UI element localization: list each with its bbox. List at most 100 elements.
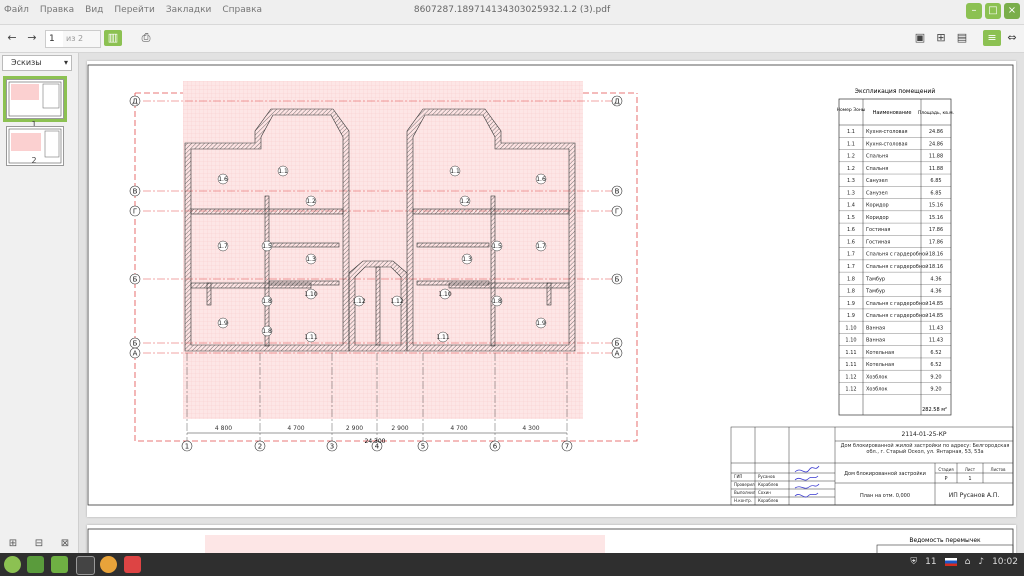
network-icon[interactable]: ⌂ (965, 557, 971, 567)
thumbnail-label-2: 2 (31, 156, 37, 165)
print-button[interactable]: ⎙ (138, 30, 154, 46)
expl-name-12: Тамбур (865, 276, 885, 282)
view-dual-button[interactable]: ⊞ (933, 30, 949, 46)
explication-total: 282.58 м² (922, 407, 947, 413)
expl-name-17: Ванная (866, 338, 885, 344)
expl-zone-18: 1.11 (845, 350, 856, 356)
stamp-person-2: Сохин (758, 490, 771, 495)
axis-letter-right-5: А (615, 350, 620, 358)
axis-number-5: 6 (493, 443, 498, 451)
axis-letter-left-0: Д (132, 98, 138, 106)
signature-marks (794, 465, 820, 498)
expl-zone-15: 1.9 (847, 313, 855, 319)
axis-letter-right-4: Б (615, 340, 620, 348)
maximize-button[interactable]: □ (985, 3, 1001, 19)
forward-button[interactable]: → (24, 30, 40, 46)
fit-icon: ⇔ (1007, 31, 1017, 44)
expl-zone-4: 1.3 (847, 178, 855, 184)
axis-letter-left-5: А (133, 350, 138, 358)
browser-icon[interactable] (100, 556, 117, 573)
sidebar-tab-thumbnails[interactable]: Эскизы ▾ (2, 55, 72, 71)
expl-zone-2: 1.2 (847, 154, 855, 160)
header-name: Наименование (873, 110, 912, 116)
stamp-company: ИП Русанов А.П. (949, 492, 1000, 499)
total-dimension: 24 300 (365, 438, 386, 445)
menu-file[interactable]: Файл (4, 5, 29, 15)
room-label-right-9: 1.11 (436, 334, 450, 341)
explication-title: Экспликация помещений (855, 88, 936, 95)
volume-icon[interactable]: ♪ (978, 557, 984, 567)
expl-zone-10: 1.7 (847, 252, 855, 258)
room-label-right-3: 1.7 (536, 243, 546, 250)
tray-count: 11 (925, 557, 937, 567)
expl-name-5: Санузел (866, 190, 888, 196)
language-flag-icon[interactable] (944, 558, 957, 566)
sidebar-toggle-button[interactable]: ▥ (104, 30, 122, 46)
shield-icon[interactable]: ⛨ (910, 557, 917, 567)
show-desktop-icon[interactable] (27, 556, 44, 573)
axis-number-4: 5 (421, 443, 425, 451)
pdf-reader-icon[interactable] (124, 556, 141, 573)
pdf-page-1: 1.1 1.6 1.2 1.7 1.5 1.3 1.8 1.10 1.9 1.8 1.11 1.12 1… (87, 61, 1016, 517)
expl-name-20: Хозблок (866, 374, 888, 380)
back-button[interactable]: ← (4, 30, 20, 46)
start-menu-icon[interactable] (4, 556, 21, 573)
menu-help[interactable]: Справка (222, 5, 262, 15)
menu-go[interactable]: Перейти (114, 5, 155, 15)
expl-area-10: 18.16 (929, 252, 943, 258)
expl-area-6: 15.16 (929, 203, 943, 209)
close-button[interactable]: × (1004, 3, 1020, 19)
expl-zone-16: 1.10 (845, 325, 856, 331)
expl-zone-21: 1.12 (845, 387, 856, 393)
clock: 10:02 (992, 557, 1018, 567)
thumbnail-page-1[interactable] (3, 76, 67, 122)
stage-header: Стадия (938, 467, 954, 472)
expl-zone-13: 1.8 (847, 289, 855, 295)
sheet-value: 1 (968, 476, 971, 482)
view-continuous-button[interactable]: ▤ (954, 30, 970, 46)
arrow-right-icon: → (27, 31, 37, 44)
file-manager-icon[interactable] (51, 556, 68, 573)
room-label-right-10: 1.12 (390, 298, 404, 305)
room-label-left-2: 1.2 (306, 198, 316, 205)
room-label-right-0: 1.1 (450, 168, 460, 175)
room-label-left-5: 1.3 (306, 256, 316, 263)
expl-name-2: Спальня (866, 154, 888, 160)
expl-area-2: 11.88 (929, 154, 943, 160)
sheets-header: Листов (991, 467, 1007, 472)
expl-area-19: 6.52 (930, 362, 941, 368)
menu-button[interactable]: ≡ (983, 30, 1001, 46)
room-label-left-9: 1.8 (262, 328, 272, 335)
menu-edit[interactable]: Правка (40, 5, 74, 15)
expl-zone-17: 1.10 (845, 338, 856, 344)
menu-bookmarks[interactable]: Закладки (166, 5, 212, 15)
bookmarks-view-icon[interactable]: ⊠ (61, 538, 69, 549)
menu-view[interactable]: Вид (85, 5, 103, 15)
system-tray: ⛨ 11 ⌂ ♪ 10:02 (910, 557, 1018, 567)
expl-name-6: Коридор (866, 203, 889, 209)
room-label-right-6: 1.10 (438, 291, 452, 298)
expl-zone-9: 1.6 (847, 239, 855, 245)
expl-zone-8: 1.6 (847, 227, 855, 233)
menu-bar: Файл Правка Вид Перейти Закладки Справка (4, 5, 262, 15)
stamp-sheet-name: Дом блокированной застройки (844, 470, 926, 477)
expl-area-13: 4.36 (930, 289, 941, 295)
thumbnails-view-icon[interactable]: ⊞ (9, 538, 17, 549)
terminal-icon[interactable] (76, 556, 95, 575)
axis-number-6: 7 (565, 443, 569, 451)
expl-name-15: Спальня с гардеробной (866, 312, 928, 319)
chevron-down-icon: ▾ (63, 58, 68, 67)
expl-name-11: Спальня с гардеробной (866, 263, 928, 270)
outline-view-icon[interactable]: ⊟ (35, 538, 43, 549)
expl-zone-0: 1.1 (847, 129, 855, 135)
room-label-left-3: 1.7 (218, 243, 228, 250)
minimize-button[interactable]: – (966, 3, 982, 19)
view-single-button[interactable]: ▣ (912, 30, 928, 46)
stamp-plan-name: План на отм. 0,000 (860, 493, 910, 499)
fit-button[interactable]: ⇔ (1004, 30, 1020, 46)
axis-letter-left-1: В (133, 188, 138, 196)
title-bar: Файл Правка Вид Перейти Закладки Справка… (0, 0, 1024, 25)
document-viewer[interactable]: 1.1 1.6 1.2 1.7 1.5 1.3 1.8 1.10 1.9 1.8 1.11 1.12 1… (79, 53, 1024, 553)
expl-area-7: 15.16 (929, 215, 943, 221)
expl-zone-6: 1.4 (847, 203, 855, 209)
